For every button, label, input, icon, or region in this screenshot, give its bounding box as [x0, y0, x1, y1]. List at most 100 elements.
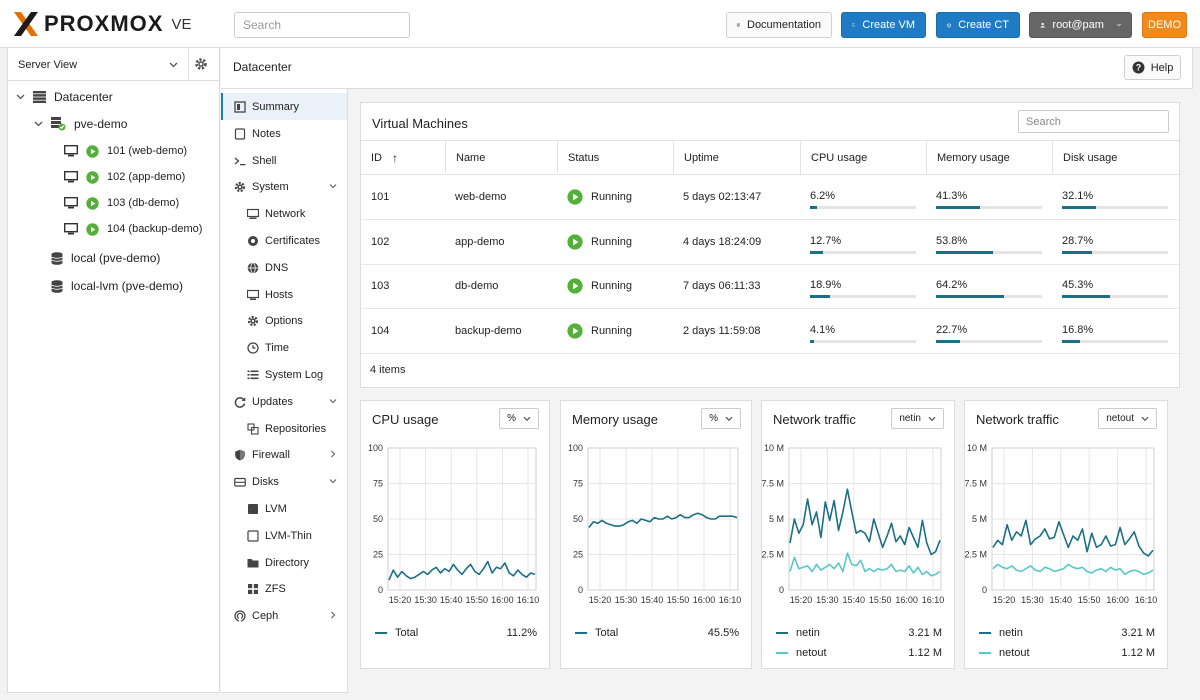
column-header-id[interactable]: ID ↑	[361, 141, 445, 174]
legend-label: netin	[796, 627, 820, 639]
server-view-select[interactable]: Server View	[8, 48, 189, 81]
tree-item-vm[interactable]: 102 (app-demo)	[64, 166, 185, 188]
chevron-down-icon[interactable]	[329, 397, 337, 405]
legend-value: 3.21 M	[908, 627, 942, 639]
create-vm-button[interactable]: Create VM	[841, 12, 926, 38]
chart-unit-select[interactable]: %	[499, 408, 539, 429]
menu-item-dns[interactable]: DNS	[221, 254, 347, 281]
menu-item-time[interactable]: Time	[221, 334, 347, 361]
cpu-usage-bar	[810, 339, 916, 343]
column-header-uptime[interactable]: Uptime	[673, 141, 800, 174]
line-chart: 02.5 M5 M7.5 M10 M15:20 15:30 15:40 15:50 16…	[762, 443, 944, 605]
disk-usage-bar-fill	[1062, 250, 1093, 254]
folder-icon	[247, 558, 259, 568]
table-row[interactable]: 102 app-demo Running 4 days 18:24:09 12.7% 53…	[361, 220, 1179, 265]
disk-usage-value: 28.7%	[1062, 234, 1094, 247]
disk-usage-bar-fill	[1062, 339, 1080, 343]
menu-item-repositories[interactable]: Repositories	[221, 415, 347, 442]
tree-item-storage[interactable]: local-lvm (pve-demo)	[51, 275, 183, 297]
menu-item-system-log[interactable]: System Log	[221, 361, 347, 388]
logo-ve: VE	[171, 15, 192, 33]
column-header-memory[interactable]: Memory usage	[926, 141, 1052, 174]
y-tick-label: 100	[368, 443, 383, 453]
column-header-status[interactable]: Status	[557, 141, 673, 174]
x-tick-label: 16:00	[491, 595, 514, 605]
menu-item-updates[interactable]: Updates	[221, 388, 347, 415]
chart-unit-select[interactable]: %	[701, 408, 741, 429]
menu-item-label: Summary	[252, 101, 300, 113]
menu-item-lvm-thin[interactable]: LVM-Thin	[221, 522, 347, 549]
y-tick-label: 100	[568, 443, 583, 453]
menu-item-network[interactable]: Network	[221, 200, 347, 227]
disk-icon	[234, 478, 246, 487]
running-icon	[567, 278, 583, 294]
menu-item-system[interactable]: System	[221, 173, 347, 200]
menu-item-label: System	[252, 181, 289, 194]
vm-name: db-demo	[455, 280, 499, 293]
menu-item-hosts[interactable]: Hosts	[221, 281, 347, 308]
chart-unit-select[interactable]: netout	[1098, 408, 1157, 429]
y-tick-label: 25	[573, 550, 583, 560]
legend-swatch	[979, 652, 991, 654]
menu-item-lvm[interactable]: LVM	[221, 495, 347, 522]
chart-unit-select[interactable]: netin	[891, 408, 944, 429]
column-header-disk[interactable]: Disk usage	[1052, 141, 1179, 174]
select-value: netin	[899, 413, 921, 424]
menu-item-summary[interactable]: Summary	[221, 93, 347, 120]
package-icon	[247, 423, 259, 435]
chevron-down-icon[interactable]	[329, 182, 337, 190]
chevron-down-icon[interactable]	[34, 121, 43, 127]
series-line-netout	[992, 563, 1154, 576]
menu-item-certificates[interactable]: Certificates	[221, 227, 347, 254]
table-row[interactable]: 101 web-demo Running 5 days 02:13:47 6.2% 41.…	[361, 175, 1179, 220]
vm-monitor-icon	[64, 171, 78, 183]
legend-value: 1.12 M	[1121, 647, 1155, 659]
legend-swatch	[776, 652, 788, 654]
column-header-name[interactable]: Name	[445, 141, 557, 174]
tree-item-vm[interactable]: 103 (db-demo)	[64, 192, 179, 214]
chevron-down-icon[interactable]	[329, 477, 337, 485]
menu-item-directory[interactable]: Directory	[221, 549, 347, 576]
create-ct-button[interactable]: Create CT	[936, 12, 1020, 38]
chevron-right-icon[interactable]	[329, 450, 337, 458]
cpu-usage-value: 4.1%	[810, 323, 836, 336]
gear-icon[interactable]	[194, 57, 208, 71]
status-text: Running	[591, 191, 632, 203]
column-header-cpu[interactable]: CPU usage	[800, 141, 926, 174]
x-tick-label: 16:10	[517, 595, 540, 605]
table-row[interactable]: 104 backup-demo Running 2 days 11:59:08 4.1%…	[361, 309, 1179, 354]
documentation-button[interactable]: Documentation	[726, 12, 832, 38]
proxmox-logo[interactable]: PROXMOX VE	[12, 10, 191, 38]
tree-item-node[interactable]: pve-demo	[34, 113, 127, 135]
datacenter-label: Datacenter	[54, 90, 113, 104]
table-row[interactable]: 103 db-demo Running 7 days 06:11:33 18.9% 64.…	[361, 264, 1179, 310]
menu-item-label: LVM-Thin	[265, 529, 312, 542]
chevron-down-icon[interactable]	[16, 94, 25, 100]
cpu-usage-bar-fill	[810, 339, 815, 343]
menu-item-notes[interactable]: Notes	[221, 120, 347, 147]
x-tick-label: 15:40	[641, 595, 664, 605]
tree-item-vm[interactable]: 101 (web-demo)	[64, 140, 187, 162]
menu-item-options[interactable]: Options	[221, 307, 347, 334]
x-tick-label: 15:50	[667, 595, 690, 605]
chart-title: Network traffic	[976, 412, 1059, 427]
tree-item-storage[interactable]: local (pve-demo)	[51, 247, 160, 269]
menu-item-firewall[interactable]: Firewall	[221, 441, 347, 468]
cpu-usage-bar-fill	[810, 206, 817, 209]
menu-item-label: Shell	[252, 154, 277, 167]
demo-badge[interactable]: DEMO	[1142, 12, 1187, 38]
menu-item-disks[interactable]: Disks	[221, 468, 347, 495]
tree-item-vm[interactable]: 104 (backup-demo)	[64, 218, 202, 240]
legend-swatch	[776, 632, 788, 634]
x-tick-label: 15:50	[869, 595, 892, 605]
menu-item-ceph[interactable]: Ceph	[221, 602, 347, 629]
vm-search-input[interactable]	[1018, 110, 1169, 133]
chevron-right-icon[interactable]	[329, 611, 337, 619]
global-search-input[interactable]	[234, 12, 410, 38]
menu-item-shell[interactable]: Shell	[221, 147, 347, 174]
tree-item-datacenter[interactable]: Datacenter	[16, 86, 113, 108]
menu-item-zfs[interactable]: ZFS	[221, 575, 347, 602]
user-menu-button[interactable]: root@pam	[1029, 12, 1132, 38]
table-footer-count: 4 items	[370, 364, 406, 376]
help-button[interactable]: ? Help	[1124, 55, 1181, 80]
